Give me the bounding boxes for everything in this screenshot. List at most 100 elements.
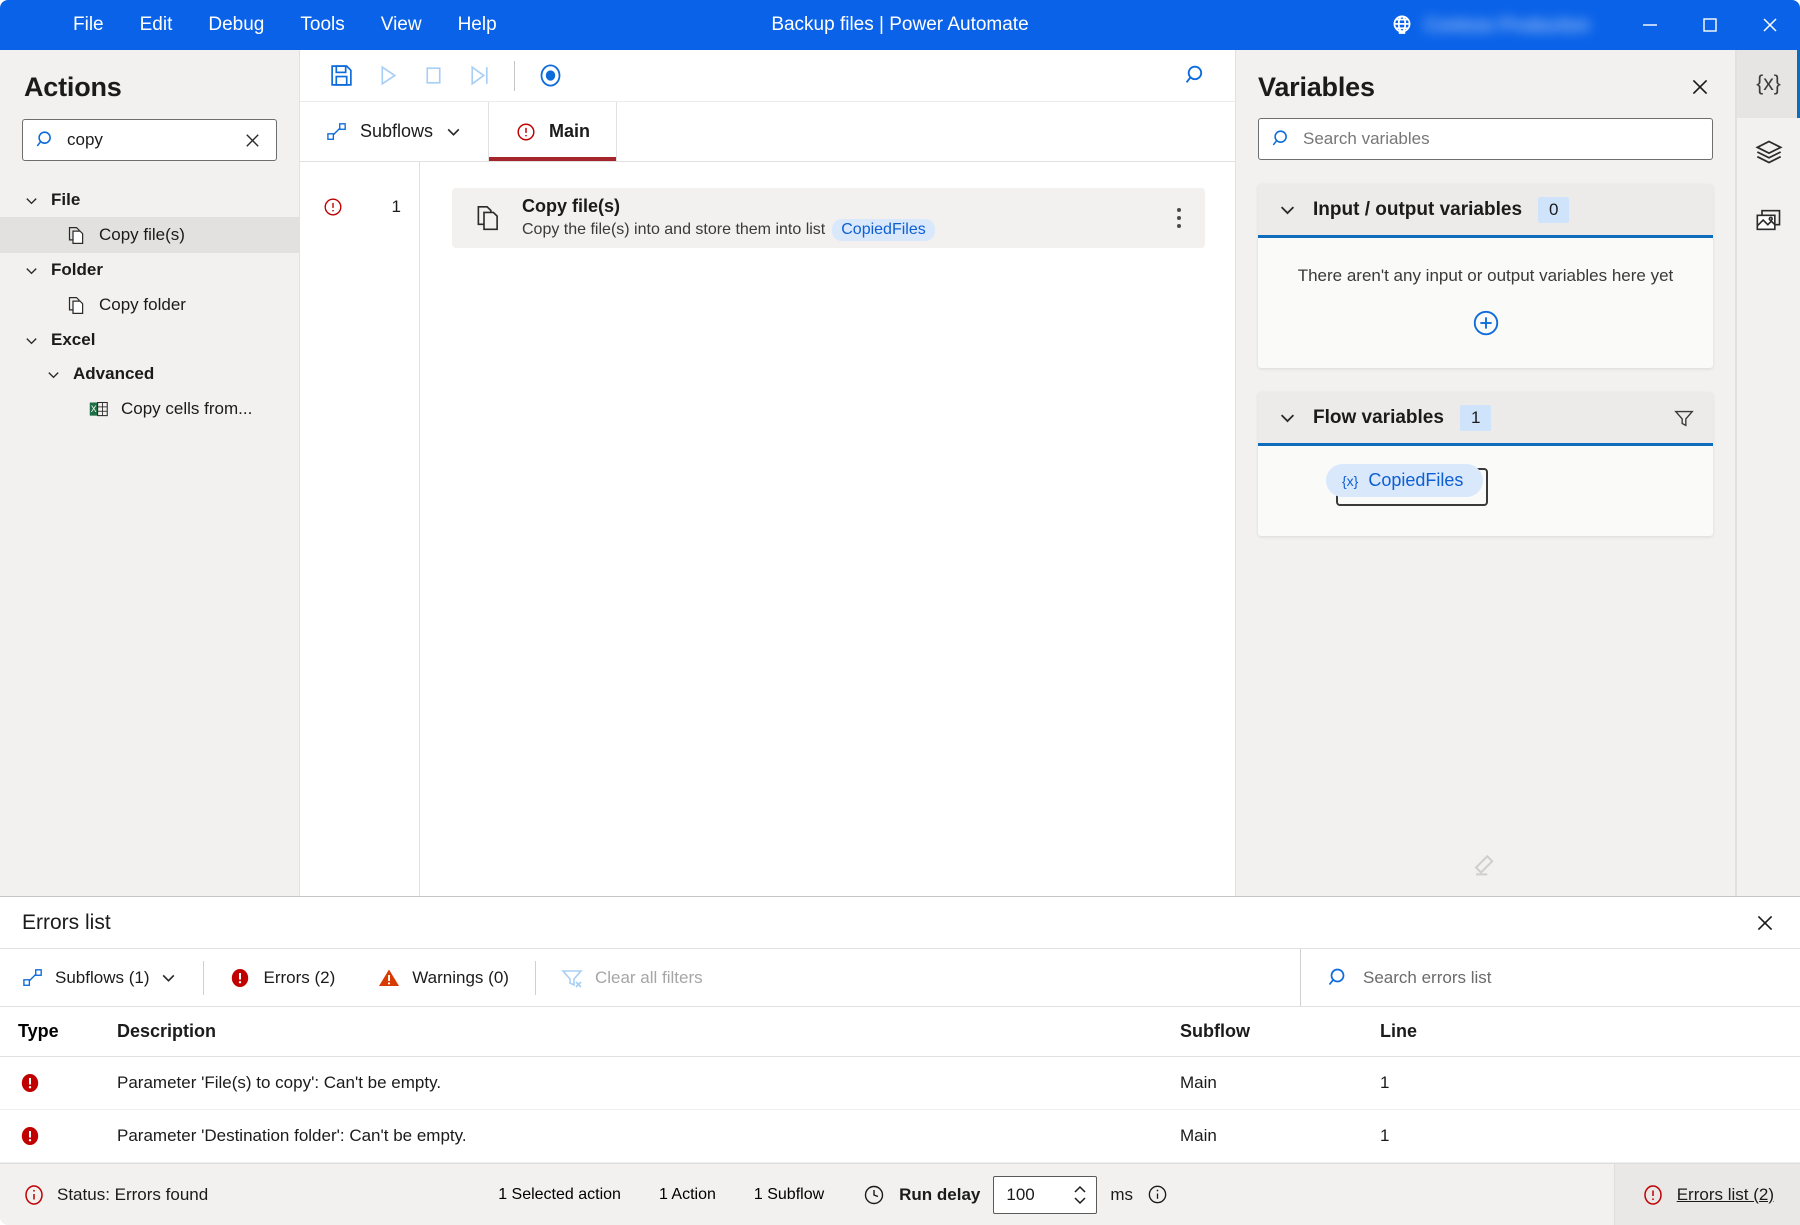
errors-filter-label: Errors (2)	[263, 968, 335, 988]
globe-icon	[1389, 12, 1415, 38]
rail-button-images[interactable]	[1737, 186, 1800, 254]
rail-button-variables[interactable]: {x}	[1737, 50, 1800, 118]
recorder-button[interactable]	[527, 56, 573, 96]
chevron-down-icon[interactable]	[1278, 408, 1297, 427]
tree-group-folder[interactable]: Folder	[0, 253, 299, 287]
variable-chip-copiedfiles[interactable]: {x} CopiedFiles	[1326, 464, 1483, 497]
tree-item-copy-folder[interactable]: Copy folder	[0, 287, 299, 323]
kebab-dot	[1177, 208, 1181, 212]
menu-item-file[interactable]: File	[55, 7, 122, 43]
flow-search-button[interactable]	[1173, 56, 1219, 96]
run-button[interactable]	[364, 56, 410, 96]
error-description-cell: Parameter 'Destination folder': Can't be…	[105, 1126, 1180, 1146]
svg-text:X: X	[91, 404, 97, 414]
chevron-down-icon[interactable]	[160, 969, 177, 986]
flow-variables-section-header[interactable]: Flow variables 1	[1258, 392, 1713, 446]
errors-list-status-button[interactable]: Errors list (2)	[1614, 1164, 1800, 1225]
flow-action-more-menu[interactable]	[1167, 200, 1191, 236]
minimize-button[interactable]	[1620, 0, 1680, 50]
errors-filter-label: Subflows (1)	[55, 968, 149, 988]
clock-icon	[862, 1183, 886, 1207]
input-output-section-title: Input / output variables	[1313, 199, 1522, 221]
input-output-section-header[interactable]: Input / output variables 0	[1258, 184, 1713, 238]
actions-search-box[interactable]: copy	[22, 119, 277, 161]
variables-search-placeholder: Search variables	[1303, 129, 1430, 148]
gutter-row: 1	[300, 188, 419, 226]
flow-variables-section-count: 1	[1460, 405, 1491, 431]
tree-group-file[interactable]: File	[0, 183, 299, 217]
menu-item-edit[interactable]: Edit	[122, 7, 191, 43]
close-button[interactable]	[1740, 0, 1800, 50]
clear-all-filters-label: Clear all filters	[595, 968, 703, 988]
clear-variables-icon[interactable]	[1236, 850, 1735, 880]
chevron-down-icon[interactable]	[445, 123, 462, 140]
flow-action-variable-chip[interactable]: CopiedFiles	[832, 219, 934, 241]
tenant-indicator[interactable]: Contoso Production	[1389, 12, 1590, 38]
action-count: 1 Action	[659, 1186, 716, 1204]
errors-filter-errors[interactable]: Errors (2)	[228, 958, 355, 998]
table-row[interactable]: Parameter 'Destination folder': Can't be…	[0, 1110, 1800, 1163]
errors-search-box[interactable]: Search errors list	[1300, 949, 1800, 1006]
save-button[interactable]	[318, 56, 364, 96]
variables-search-input[interactable]: Search variables	[1303, 129, 1702, 149]
menu-item-tools[interactable]: Tools	[282, 7, 362, 43]
toolbar-divider	[203, 961, 204, 995]
tab-main[interactable]: Main	[489, 102, 617, 161]
run-delay-input[interactable]: 100	[1006, 1185, 1072, 1205]
status-text: Status: Errors found	[57, 1185, 208, 1205]
flow-canvas-area: 1 Copy file(s) Copy the file(	[300, 162, 1235, 896]
variables-search-box[interactable]: Search variables	[1258, 118, 1713, 160]
selected-action-count: 1 Selected action	[498, 1186, 621, 1204]
title-bar: File Edit Debug Tools View Help Backup f…	[0, 0, 1800, 50]
variable-label: CopiedFiles	[1368, 470, 1463, 491]
menu-item-debug[interactable]: Debug	[190, 7, 282, 43]
run-delay-unit: ms	[1110, 1185, 1133, 1205]
flow-canvas[interactable]: Copy file(s) Copy the file(s) into and s…	[420, 162, 1235, 896]
actions-search-input[interactable]: copy	[67, 130, 229, 150]
tree-item-copy-files[interactable]: Copy file(s)	[0, 217, 299, 253]
maximize-button[interactable]	[1680, 0, 1740, 50]
variable-list-item[interactable]: {x} CopiedFiles	[1278, 464, 1693, 510]
error-description-cell: Parameter 'File(s) to copy': Can't be em…	[105, 1073, 1180, 1093]
flow-action-title: Copy file(s)	[522, 196, 935, 217]
errors-filter-warnings[interactable]: Warnings (0)	[377, 958, 529, 998]
variables-panel-title: Variables	[1258, 72, 1375, 103]
error-circle-icon	[1641, 1183, 1665, 1207]
close-variables-icon[interactable]	[1683, 70, 1717, 104]
run-next-action-button[interactable]	[456, 56, 502, 96]
flow-variables-section-body: {x} CopiedFiles	[1258, 446, 1713, 536]
stop-button[interactable]	[410, 56, 456, 96]
variables-panel: Variables Search variables	[1236, 50, 1736, 896]
table-row[interactable]: Parameter 'File(s) to copy': Can't be em…	[0, 1057, 1800, 1110]
run-delay-stepper[interactable]: 100	[993, 1176, 1097, 1214]
errors-filter-label: Warnings (0)	[412, 968, 509, 988]
tree-item-label: Copy cells from...	[121, 399, 252, 419]
tree-group-advanced[interactable]: Advanced	[0, 357, 299, 391]
errors-search-input[interactable]: Search errors list	[1363, 968, 1491, 988]
errors-list-link[interactable]: Errors list (2)	[1677, 1185, 1774, 1205]
menu-item-view[interactable]: View	[363, 7, 440, 43]
filter-icon[interactable]	[1673, 407, 1695, 429]
rail-button-ui-elements[interactable]	[1737, 118, 1800, 186]
info-icon[interactable]	[1146, 1183, 1169, 1206]
chevron-down-icon[interactable]	[1278, 200, 1297, 219]
chevron-down-icon[interactable]	[1072, 1195, 1088, 1206]
tenant-name: Contoso Production	[1425, 15, 1590, 36]
error-circle-icon	[322, 196, 344, 218]
flow-tabs: Subflows Main	[300, 102, 1235, 162]
add-variable-button[interactable]	[1278, 308, 1693, 338]
flow-action-card[interactable]: Copy file(s) Copy the file(s) into and s…	[452, 188, 1205, 248]
clear-search-icon[interactable]	[239, 129, 266, 152]
tree-item-copy-cells[interactable]: X Copy cells from...	[0, 391, 299, 427]
tree-group-excel[interactable]: Excel	[0, 323, 299, 357]
flow-variables-section-title: Flow variables	[1313, 407, 1444, 429]
clear-all-filters-button[interactable]: Clear all filters	[560, 958, 723, 998]
images-icon	[1755, 206, 1783, 234]
flow-action-description: Copy the file(s) into and store them int…	[522, 219, 935, 241]
stepper-arrows[interactable]	[1072, 1184, 1088, 1206]
errors-filter-subflows[interactable]: Subflows (1)	[22, 960, 197, 996]
chevron-up-icon[interactable]	[1072, 1184, 1088, 1195]
tab-subflows[interactable]: Subflows	[300, 102, 489, 161]
close-errors-list-icon[interactable]	[1748, 906, 1782, 940]
menu-item-help[interactable]: Help	[440, 7, 515, 43]
